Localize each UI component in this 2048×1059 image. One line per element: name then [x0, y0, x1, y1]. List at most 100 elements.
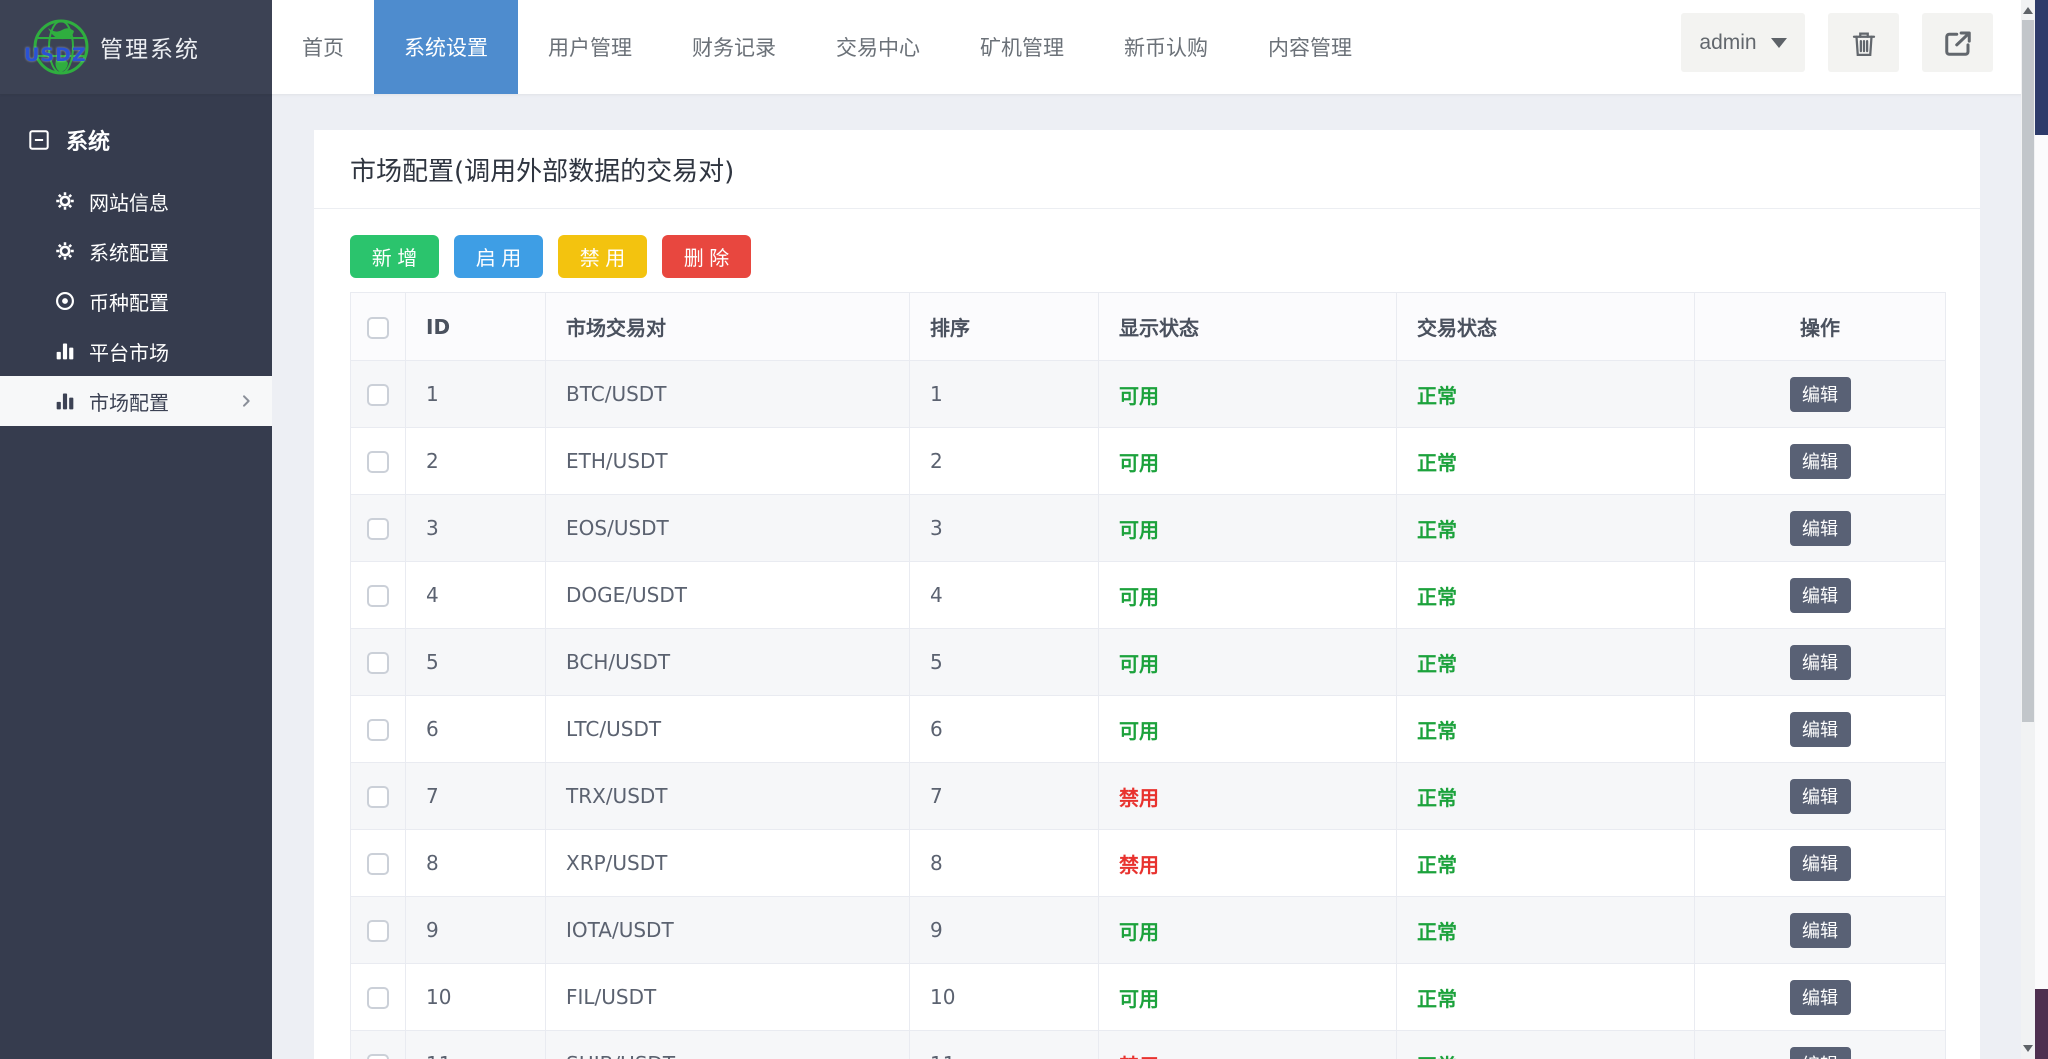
cell-trade-status: 正常	[1397, 696, 1695, 763]
cell-trade-status: 正常	[1397, 964, 1695, 1031]
edit-button[interactable]: 编辑	[1790, 913, 1851, 948]
cell-display-status: 可用	[1099, 897, 1397, 964]
logout-icon	[1943, 28, 1973, 58]
cell-pair: EOS/USDT	[546, 495, 910, 562]
cell-trade-status: 正常	[1397, 629, 1695, 696]
sidebar-item-system-config[interactable]: 系统配置	[0, 226, 272, 276]
admin-user-dropdown[interactable]: admin	[1681, 13, 1805, 72]
cell-trade-status: 正常	[1397, 1031, 1695, 1059]
nav-tab-home[interactable]: 首页	[272, 0, 374, 94]
clear-cache-button[interactable]	[1828, 13, 1899, 72]
enable-button[interactable]: 启 用	[454, 235, 543, 278]
cell-pair: DOGE/USDT	[546, 562, 910, 629]
row-checkbox[interactable]	[367, 920, 389, 942]
nav-tab-miner-management[interactable]: 矿机管理	[950, 0, 1094, 94]
delete-button[interactable]: 删 除	[662, 235, 751, 278]
nav-tab-user-management[interactable]: 用户管理	[518, 0, 662, 94]
scroll-down-arrow-icon[interactable]	[2023, 1045, 2033, 1052]
select-all-checkbox[interactable]	[367, 317, 389, 339]
cell-id: 1	[406, 361, 546, 428]
circle-dot-icon	[55, 291, 75, 311]
cell-trade-status: 正常	[1397, 428, 1695, 495]
scroll-up-arrow-icon[interactable]	[2023, 7, 2033, 14]
edit-button[interactable]: 编辑	[1790, 377, 1851, 412]
table-row: 8 XRP/USDT 8 禁用 正常 编辑	[351, 830, 1946, 897]
cell-pair: BCH/USDT	[546, 629, 910, 696]
column-header-actions: 操作	[1695, 293, 1946, 361]
edit-button[interactable]: 编辑	[1790, 578, 1851, 613]
row-checkbox[interactable]	[367, 518, 389, 540]
cell-display-status: 禁用	[1099, 763, 1397, 830]
edit-button[interactable]: 编辑	[1790, 712, 1851, 747]
sidebar-item-platform-market[interactable]: 平台市场	[0, 326, 272, 376]
cell-sort: 3	[910, 495, 1099, 562]
market-pairs-table: ID 市场交易对 排序 显示状态 交易状态 操作 1 BTC/USDT 1 可用…	[350, 292, 1946, 1059]
sidebar-item-coin-config[interactable]: 币种配置	[0, 276, 272, 326]
vertical-scrollbar[interactable]	[2021, 0, 2035, 1059]
cell-sort: 8	[910, 830, 1099, 897]
disable-button[interactable]: 禁 用	[558, 235, 647, 278]
cell-display-status: 可用	[1099, 428, 1397, 495]
globe-logo-icon: USDZ	[30, 16, 92, 78]
row-checkbox[interactable]	[367, 451, 389, 473]
cell-sort: 7	[910, 763, 1099, 830]
row-checkbox[interactable]	[367, 786, 389, 808]
row-checkbox[interactable]	[367, 1054, 389, 1059]
sidebar-item-market-config[interactable]: 市场配置	[0, 376, 272, 426]
cell-id: 11	[406, 1031, 546, 1059]
sidebar-section-label: 系统	[66, 124, 110, 156]
app-window: USDZ 管理系统 首页 系统设置 用户管理 财务记录 交易中心 矿机管理 新币…	[0, 0, 2048, 1059]
cell-id: 8	[406, 830, 546, 897]
brand-logo: USDZ 管理系统	[0, 0, 272, 94]
cell-sort: 1	[910, 361, 1099, 428]
window-edge	[2035, 0, 2048, 1059]
nav-tab-system-settings[interactable]: 系统设置	[374, 0, 518, 94]
nav-tab-trade-center[interactable]: 交易中心	[806, 0, 950, 94]
column-header-id: ID	[406, 293, 546, 361]
top-nav-tabs: 首页 系统设置 用户管理 财务记录 交易中心 矿机管理 新币认购 内容管理	[272, 0, 1382, 94]
cell-sort: 10	[910, 964, 1099, 1031]
nav-tab-new-coin-subscription[interactable]: 新币认购	[1094, 0, 1238, 94]
add-button[interactable]: 新 增	[350, 235, 439, 278]
edit-button[interactable]: 编辑	[1790, 846, 1851, 881]
scrollbar-thumb[interactable]	[2022, 20, 2034, 722]
cell-sort: 11	[910, 1031, 1099, 1059]
cell-pair: IOTA/USDT	[546, 897, 910, 964]
cell-id: 7	[406, 763, 546, 830]
edit-button[interactable]: 编辑	[1790, 444, 1851, 479]
cell-pair: LTC/USDT	[546, 696, 910, 763]
row-checkbox[interactable]	[367, 987, 389, 1009]
minus-square-icon	[28, 129, 50, 151]
sidebar-item-label: 系统配置	[89, 237, 169, 266]
row-checkbox[interactable]	[367, 384, 389, 406]
brand-title: 管理系统	[100, 30, 200, 64]
edit-button[interactable]: 编辑	[1790, 645, 1851, 680]
sidebar-section-system[interactable]: 系统	[0, 94, 272, 176]
edit-button[interactable]: 编辑	[1790, 779, 1851, 814]
cell-pair: TRX/USDT	[546, 763, 910, 830]
edit-button[interactable]: 编辑	[1790, 511, 1851, 546]
row-checkbox[interactable]	[367, 652, 389, 674]
cell-id: 5	[406, 629, 546, 696]
row-checkbox[interactable]	[367, 853, 389, 875]
cell-sort: 6	[910, 696, 1099, 763]
sidebar-item-site-info[interactable]: 网站信息	[0, 176, 272, 226]
cell-pair: FIL/USDT	[546, 964, 910, 1031]
table-row: 1 BTC/USDT 1 可用 正常 编辑	[351, 361, 1946, 428]
cell-display-status: 可用	[1099, 495, 1397, 562]
cell-pair: ETH/USDT	[546, 428, 910, 495]
sidebar-item-label: 网站信息	[89, 187, 169, 216]
edit-button[interactable]: 编辑	[1790, 1047, 1851, 1059]
bar-chart-icon	[55, 391, 75, 411]
top-actions: admin	[1681, 13, 1993, 72]
row-checkbox[interactable]	[367, 719, 389, 741]
logout-button[interactable]	[1922, 13, 1993, 72]
table-row: 11 SHIB/USDT 11 禁用 正常 编辑	[351, 1031, 1946, 1059]
edit-button[interactable]: 编辑	[1790, 980, 1851, 1015]
nav-tab-finance-records[interactable]: 财务记录	[662, 0, 806, 94]
nav-tab-content-management[interactable]: 内容管理	[1238, 0, 1382, 94]
table-row: 5 BCH/USDT 5 可用 正常 编辑	[351, 629, 1946, 696]
cell-pair: XRP/USDT	[546, 830, 910, 897]
row-checkbox[interactable]	[367, 585, 389, 607]
cell-trade-status: 正常	[1397, 763, 1695, 830]
